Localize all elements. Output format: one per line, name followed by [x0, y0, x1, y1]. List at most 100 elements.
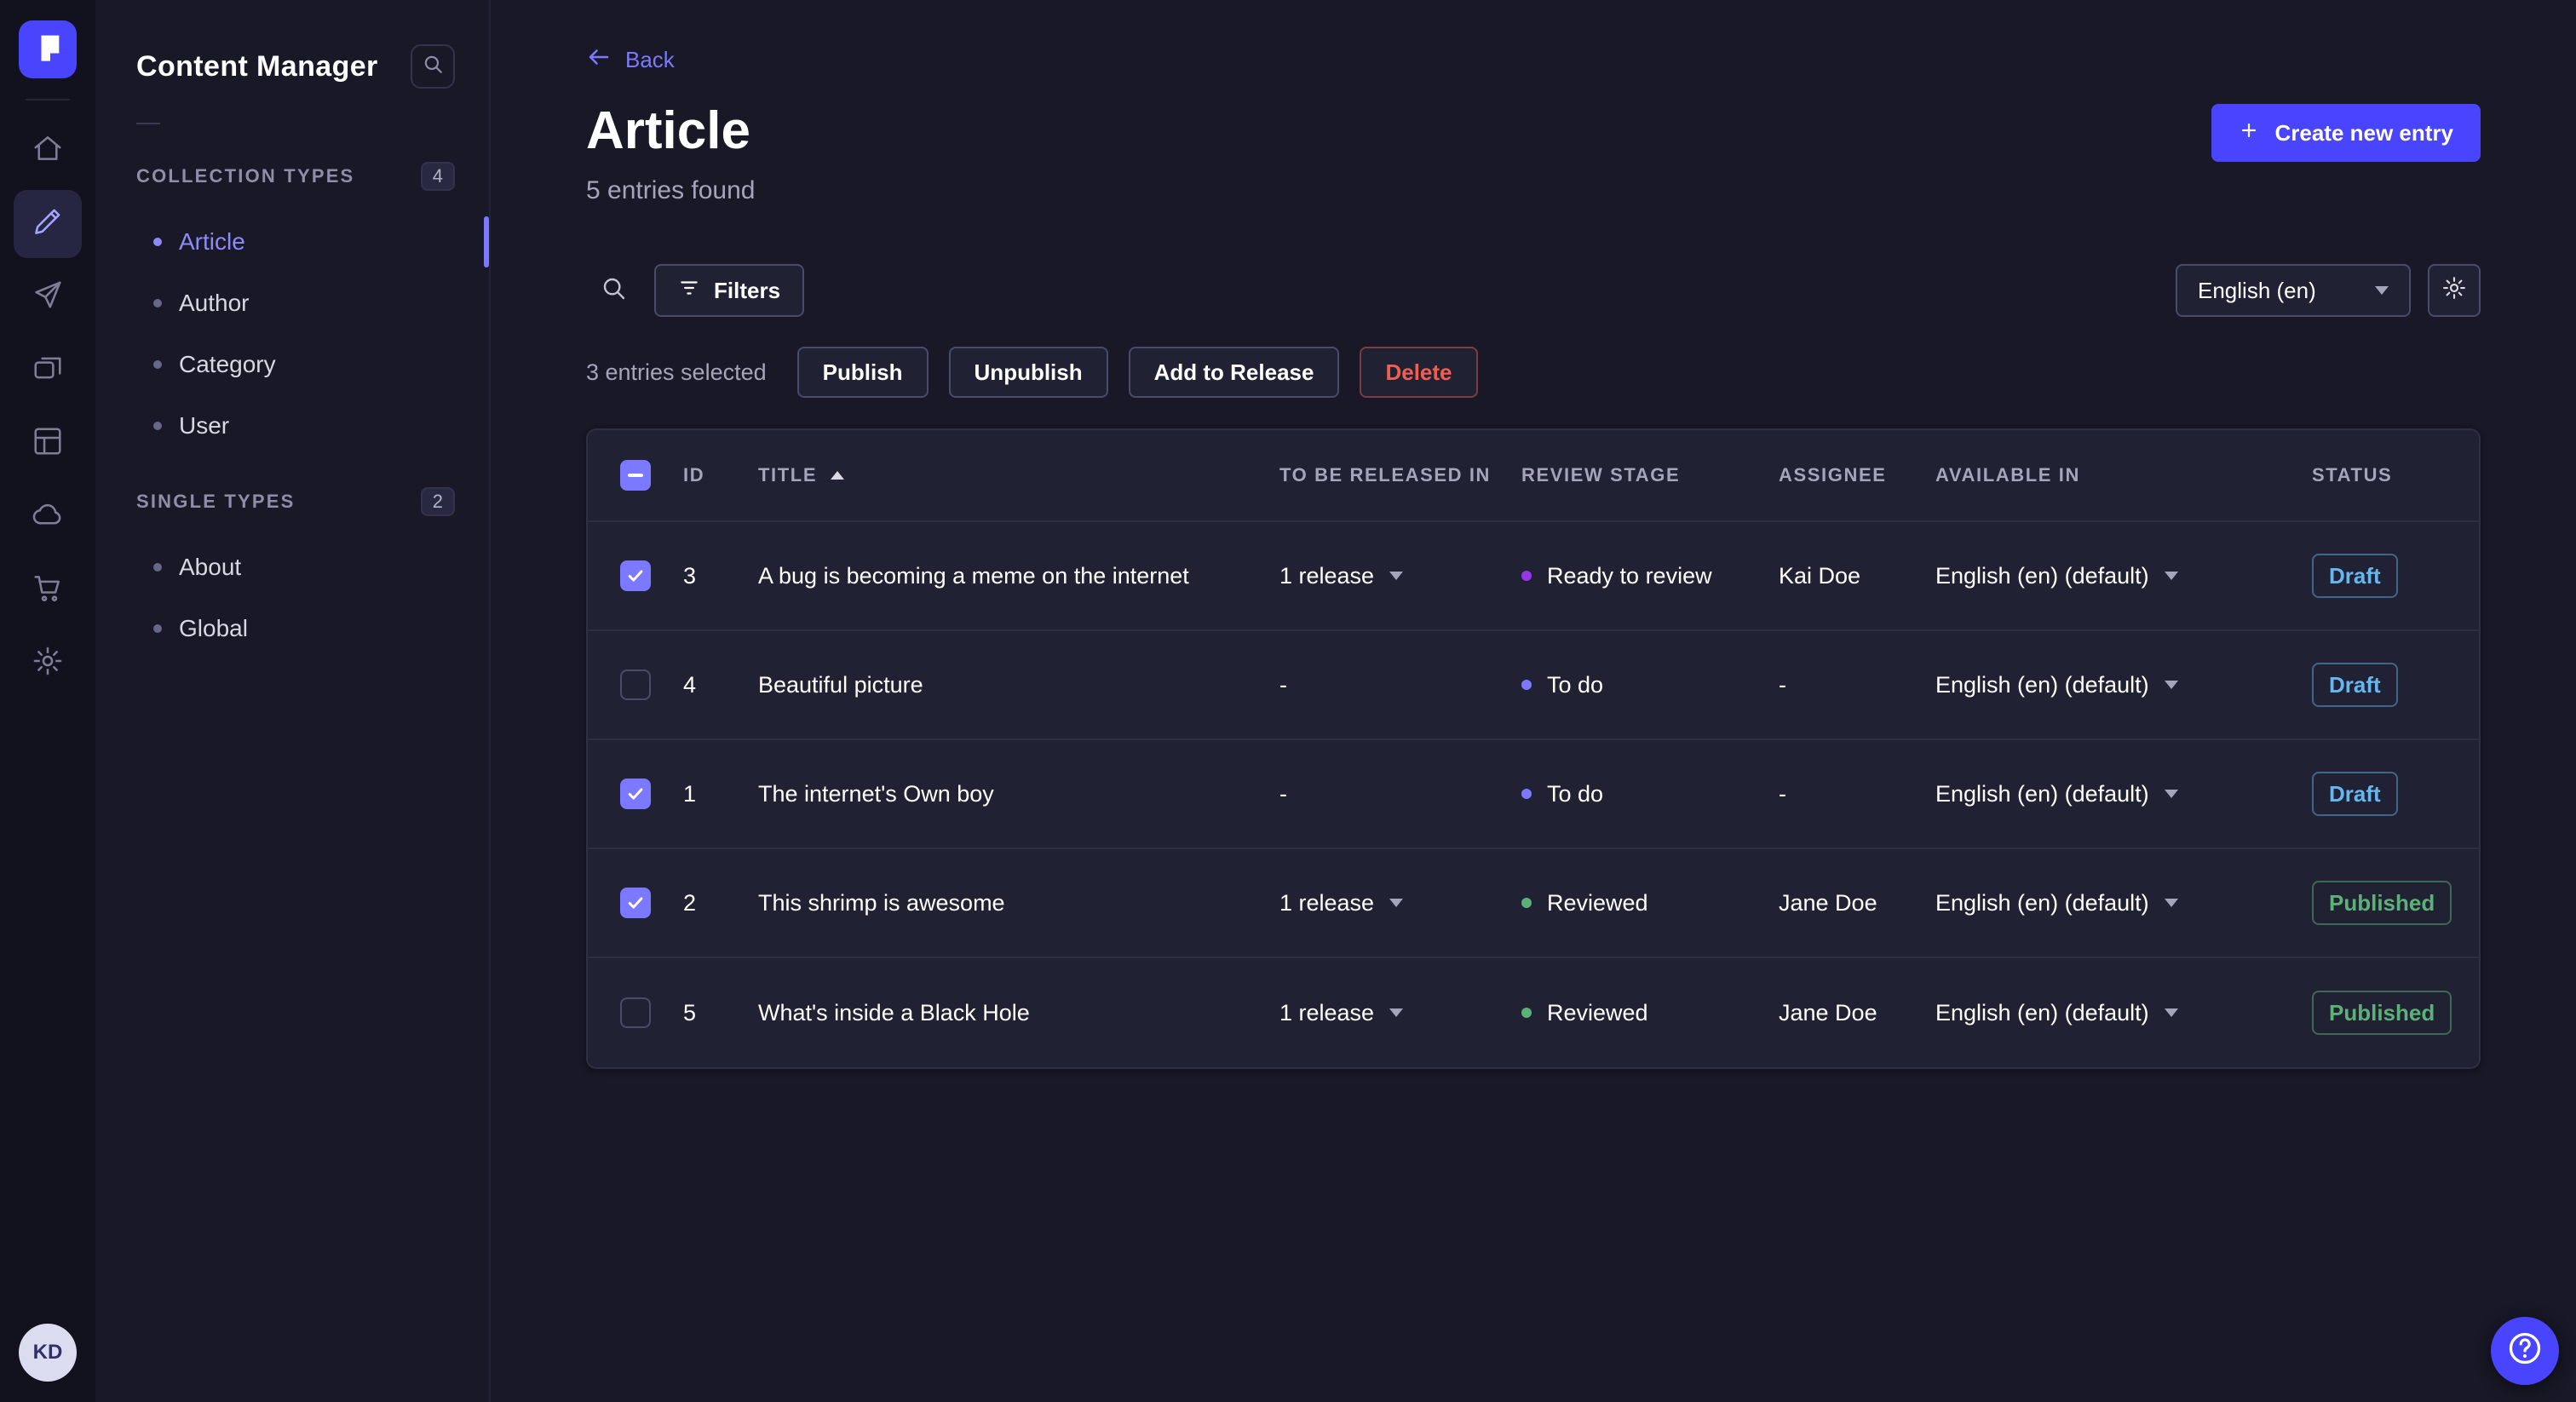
locale-select[interactable]: English (en) — [2176, 264, 2411, 317]
status-badge: Draft — [2312, 772, 2398, 816]
sidebar-item-category[interactable]: Category — [95, 334, 489, 395]
cell-id: 5 — [683, 999, 697, 1026]
sidebar-item-author[interactable]: Author — [95, 273, 489, 334]
arrow-left-icon — [586, 44, 612, 76]
cell-title: This shrimp is awesome — [758, 889, 1005, 916]
cell-id: 1 — [683, 780, 697, 807]
unpublish-button[interactable]: Unpublish — [948, 347, 1108, 398]
row-checkbox[interactable] — [620, 997, 651, 1028]
cell-assignee: Jane Doe — [1779, 889, 1877, 916]
cell-status: Published — [2312, 881, 2479, 925]
column-header-review-stage[interactable]: REVIEW STAGE — [1521, 464, 1779, 486]
bullet-icon — [153, 238, 162, 246]
cell-release[interactable]: 1 release — [1279, 890, 1521, 916]
home-icon — [32, 132, 64, 170]
rail-item-media[interactable] — [14, 336, 82, 405]
table-row[interactable]: 4 Beautiful picture - To do - English (en) (d… — [588, 631, 2479, 740]
question-mark-icon — [2506, 1330, 2544, 1373]
column-header-available-in[interactable]: AVAILABLE IN — [1935, 464, 2312, 486]
sidebar-item-article[interactable]: Article — [95, 211, 489, 273]
delete-button[interactable]: Delete — [1360, 347, 1478, 398]
column-header-to-be-released-in[interactable]: TO BE RELEASED IN — [1279, 464, 1521, 486]
row-checkbox[interactable] — [620, 669, 651, 700]
section-count-badge: 2 — [420, 487, 455, 516]
row-checkbox[interactable] — [620, 560, 651, 591]
column-header-status[interactable]: STATUS — [2312, 464, 2479, 486]
rail-items — [14, 114, 82, 700]
media-icon — [32, 352, 64, 390]
cell-available-in[interactable]: English (en) (default) — [1935, 1000, 2312, 1026]
rail-item-gear[interactable] — [14, 629, 82, 698]
sidebar-item-label: Article — [179, 228, 245, 255]
section-header-single-types[interactable]: SINGLE TYPES 2 — [95, 487, 489, 516]
search-icon — [422, 53, 444, 81]
table-row[interactable]: 2 This shrimp is awesome 1 release Reviewed… — [588, 849, 2479, 958]
gear-icon — [2441, 275, 2467, 307]
stage-dot-icon — [1521, 898, 1532, 908]
cell-release[interactable]: 1 release — [1279, 1000, 1521, 1026]
table-row[interactable]: 5 What's inside a Black Hole 1 release Revi… — [588, 958, 2479, 1067]
filter-icon — [678, 277, 700, 305]
cell-available-in[interactable]: English (en) (default) — [1935, 563, 2312, 589]
table-row[interactable]: 1 The internet's Own boy - To do - English (e… — [588, 740, 2479, 849]
sidebar-item-about[interactable]: About — [95, 537, 489, 598]
rail-item-cloud[interactable] — [14, 483, 82, 551]
sidebar-item-user[interactable]: User — [95, 395, 489, 457]
stage-dot-icon — [1521, 680, 1532, 690]
bullet-icon — [153, 624, 162, 633]
strapi-logo[interactable] — [19, 20, 77, 78]
page-title: Article — [586, 101, 750, 160]
column-header-title[interactable]: TITLE — [758, 464, 1279, 486]
cell-id: 2 — [683, 889, 697, 916]
sidebar-item-label: User — [179, 412, 230, 439]
gear-icon — [32, 645, 64, 683]
entries-table: ID TITLE TO BE RELEASED IN REVIEW STAGE ASSI… — [586, 428, 2481, 1069]
cell-id: 4 — [683, 671, 697, 698]
entries-count: 5 entries found — [586, 176, 756, 204]
cell-status: Draft — [2312, 772, 2479, 816]
publish-button[interactable]: Publish — [796, 347, 929, 398]
section-header-collection-types[interactable]: COLLECTION TYPES 4 — [95, 162, 489, 191]
row-checkbox[interactable] — [620, 888, 651, 918]
cell-assignee: Jane Doe — [1779, 999, 1877, 1026]
rail-item-layout[interactable] — [14, 410, 82, 478]
rail-item-paper-plane[interactable] — [14, 263, 82, 331]
cloud-icon — [32, 498, 64, 537]
add-to-release-button[interactable]: Add to Release — [1128, 347, 1340, 398]
column-header-id[interactable]: ID — [683, 464, 758, 486]
select-all-checkbox[interactable] — [620, 460, 651, 491]
selection-actions: Publish Unpublish Add to Release Delete — [796, 347, 1478, 398]
chevron-down-icon — [2164, 899, 2178, 907]
rail-item-pen[interactable] — [14, 190, 82, 258]
chevron-down-icon — [2164, 790, 2178, 798]
sort-asc-icon — [831, 471, 845, 480]
cell-available-in[interactable]: English (en) (default) — [1935, 672, 2312, 698]
rail-item-home[interactable] — [14, 117, 82, 185]
status-badge: Published — [2312, 881, 2452, 925]
sidebar-item-global[interactable]: Global — [95, 598, 489, 659]
table-row[interactable]: 3 A bug is becoming a meme on the interne… — [588, 522, 2479, 631]
rail-item-cart[interactable] — [14, 556, 82, 624]
filters-button[interactable]: Filters — [654, 264, 805, 317]
create-new-entry-button[interactable]: Create new entry — [2211, 104, 2481, 162]
rail-divider — [26, 99, 70, 101]
help-button[interactable] — [2491, 1317, 2559, 1385]
cell-available-in[interactable]: English (en) (default) — [1935, 890, 2312, 916]
status-badge: Published — [2312, 991, 2452, 1035]
search-icon — [600, 274, 627, 307]
search-button[interactable] — [586, 263, 641, 318]
cell-release: - — [1279, 671, 1287, 698]
sidebar-search-button[interactable] — [411, 44, 455, 89]
cell-assignee: Kai Doe — [1779, 562, 1861, 589]
cell-release[interactable]: 1 release — [1279, 563, 1521, 589]
view-settings-button[interactable] — [2428, 264, 2481, 317]
back-link[interactable]: Back — [586, 44, 675, 76]
cell-available-in[interactable]: English (en) (default) — [1935, 781, 2312, 807]
section-label: COLLECTION TYPES — [136, 165, 355, 187]
user-avatar[interactable]: KD — [19, 1324, 77, 1382]
bullet-icon — [153, 563, 162, 572]
nav-rail: KD — [0, 0, 95, 1402]
cell-release: - — [1279, 780, 1287, 807]
column-header-assignee[interactable]: ASSIGNEE — [1779, 464, 1935, 486]
row-checkbox[interactable] — [620, 779, 651, 809]
